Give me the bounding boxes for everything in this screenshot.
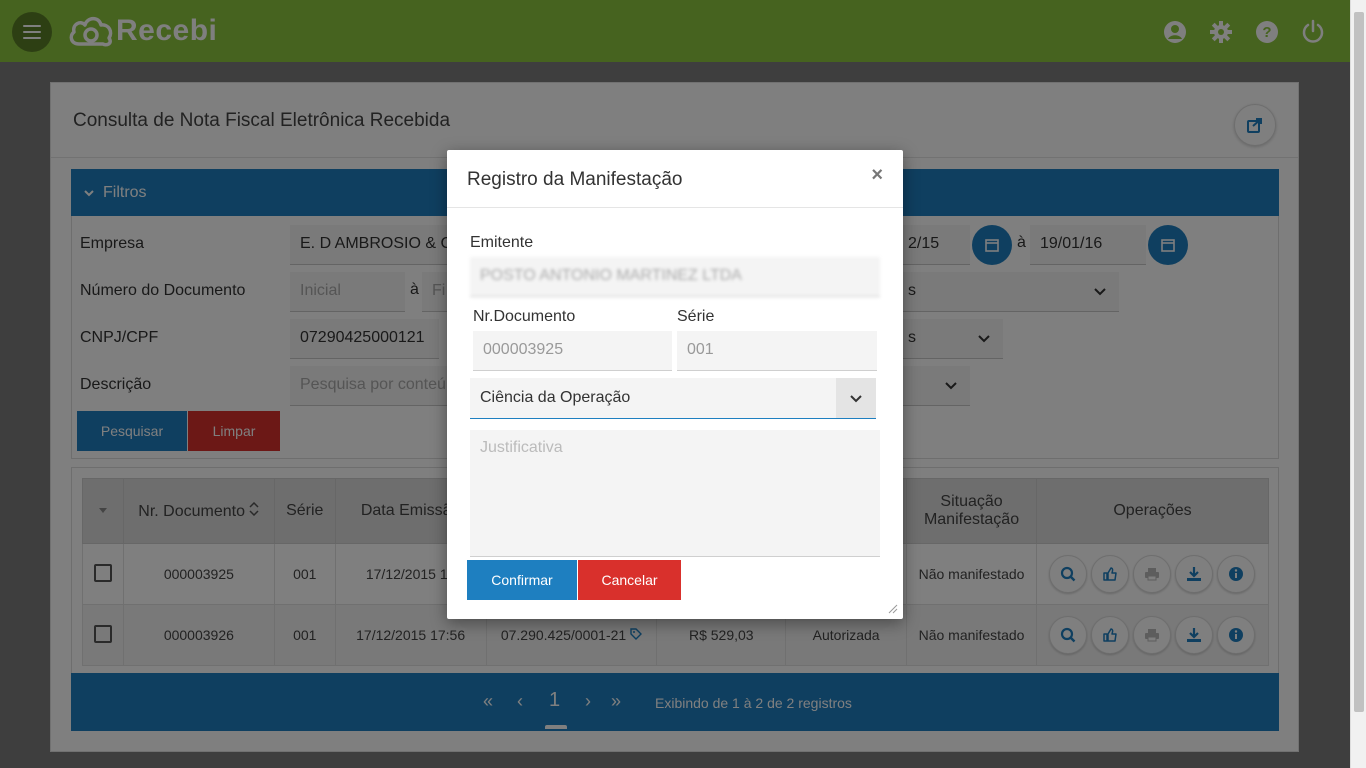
resize-grip-icon[interactable] xyxy=(888,604,898,614)
select-toggle[interactable] xyxy=(836,378,876,418)
close-button[interactable]: × xyxy=(871,164,883,187)
emitente-label: Emitente xyxy=(470,234,534,251)
manifestation-type-select[interactable]: Ciência da Operação xyxy=(470,378,876,419)
confirm-button[interactable]: Confirmar xyxy=(467,560,577,600)
dialog-divider xyxy=(447,207,903,208)
dialog-title: Registro da Manifestação xyxy=(467,169,683,190)
serie-field: 001 xyxy=(677,331,877,371)
emitente-field: POSTO ANTONIO MARTINEZ LTDA xyxy=(470,257,880,297)
select-value: Ciência da Operação xyxy=(480,389,631,406)
cancel-button[interactable]: Cancelar xyxy=(578,560,681,600)
scrollbar-thumb[interactable] xyxy=(1354,12,1364,712)
nr-documento-label: Nr.Documento xyxy=(473,308,576,325)
chevron-down-icon xyxy=(850,395,862,403)
page-scrollbar[interactable] xyxy=(1350,0,1366,768)
serie-label: Série xyxy=(677,308,715,325)
nr-documento-field: 000003925 xyxy=(473,331,672,371)
manifestation-dialog: Registro da Manifestação × Emitente POST… xyxy=(447,150,903,619)
justificativa-textarea[interactable]: Justificativa xyxy=(470,430,880,557)
